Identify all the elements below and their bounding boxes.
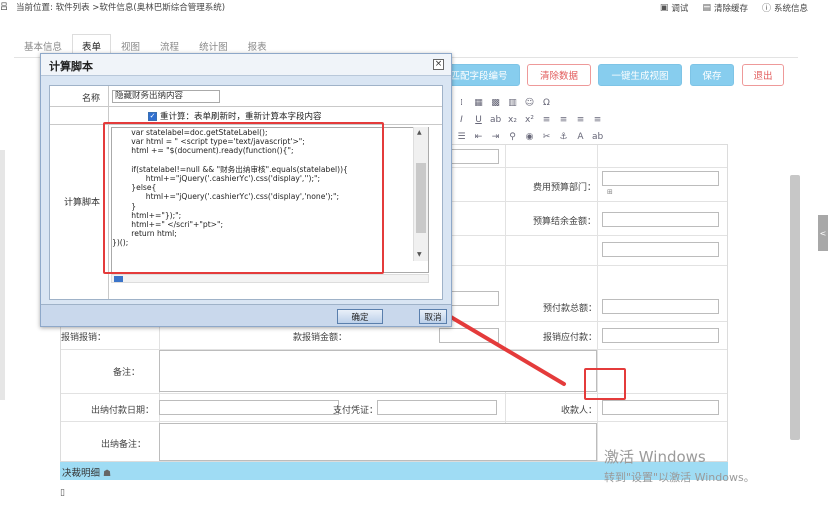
field-row4-input[interactable] xyxy=(602,242,719,257)
name-label: 名称 xyxy=(82,94,101,104)
remark-label: 备注： xyxy=(113,368,141,378)
anchor-icon[interactable]: ⚓ xyxy=(558,132,569,142)
expense-dept-label: 费用预算部门： xyxy=(533,183,597,193)
close-icon[interactable]: × xyxy=(433,59,444,70)
font-color-icon[interactable]: A xyxy=(575,132,586,142)
pay-voucher-input[interactable] xyxy=(377,400,497,415)
align-right-icon[interactable]: ≡ xyxy=(575,115,586,125)
windows-activation-watermark: 激活 Windows 转到"设置"以激活 Windows。 xyxy=(604,446,755,485)
page-scrollbar[interactable] xyxy=(790,175,800,440)
superscript-icon[interactable]: x² xyxy=(524,115,535,125)
budget-balance-input[interactable] xyxy=(602,212,719,227)
strike-icon[interactable]: ab xyxy=(490,115,501,125)
subscript-icon[interactable]: x₂ xyxy=(507,115,518,125)
picker-icon[interactable]: ⊞ xyxy=(607,188,613,196)
cancel-button[interactable]: 取消 xyxy=(419,309,447,324)
left-edge-bar xyxy=(0,150,5,400)
align-center-icon[interactable]: ≡ xyxy=(558,115,569,125)
debug-label: 调试 xyxy=(671,3,689,14)
budget-balance-label: 预算结余金额： xyxy=(533,217,597,227)
link-icon[interactable]: ⚲ xyxy=(507,132,518,142)
scroll-thumb[interactable] xyxy=(416,163,426,233)
editor-toolbar-row-2: I U ab x₂ x² ≡ ≡ ≡ ≡ xyxy=(456,113,636,127)
separator-icon: ⁞ xyxy=(460,98,463,108)
underline-icon[interactable]: U xyxy=(473,115,484,125)
unlink-icon[interactable]: ✂ xyxy=(541,132,552,142)
pay-date-label: 出纳付款日期： xyxy=(91,406,155,416)
dialog-footer: 确定 取消 xyxy=(41,304,451,326)
detail-icon: ☗ xyxy=(103,469,112,479)
list-icon[interactable]: ☰ xyxy=(456,132,467,142)
watermark-line-1: 激活 Windows xyxy=(604,448,706,466)
generate-view-button[interactable]: 一键生成视图 xyxy=(598,64,682,86)
justify-icon[interactable]: ≡ xyxy=(592,115,603,125)
editor-toolbar-row-1: ⁞ ▦ ▩ ▥ ☺ Ω xyxy=(456,96,636,110)
script-vertical-scrollbar[interactable]: ▲ ▼ xyxy=(413,127,428,261)
recalc-label: 重计算：表单刷新时，重新计算本字段内容 xyxy=(160,112,322,122)
editor-toolbar-row-3: ☰ ⇤ ⇥ ⚲ ◉ ✂ ⚓ A ab xyxy=(456,130,636,144)
info-icon: ⓘ xyxy=(761,4,771,14)
table-icon[interactable]: ▥ xyxy=(507,98,518,108)
exit-button[interactable]: 退出 xyxy=(742,64,784,86)
highlight-color-icon[interactable]: ab xyxy=(592,132,603,142)
scroll-up-icon[interactable]: ▲ xyxy=(417,129,422,136)
detail-title: 决裁明细 xyxy=(62,468,101,479)
italic-icon[interactable]: I xyxy=(456,115,467,125)
clear-data-button[interactable]: 清除数据 xyxy=(527,64,591,86)
name-input[interactable]: 隐藏财务出纳内容 xyxy=(112,90,220,103)
media-icon[interactable]: ▩ xyxy=(490,98,501,108)
debug-icon: ▣ xyxy=(659,2,669,13)
cashier-remark-label: 出纳备注： xyxy=(101,440,147,450)
pay-date-input[interactable] xyxy=(159,400,339,415)
amount-left-label: 款报销金额： xyxy=(293,333,348,343)
below-content: ▯ xyxy=(60,488,65,498)
cashier-remark-textarea[interactable] xyxy=(159,423,597,461)
clear-cache-label: 清除缓存 xyxy=(713,3,748,14)
ok-button[interactable]: 确定 xyxy=(337,309,383,324)
save-button[interactable]: 保存 xyxy=(690,64,734,86)
pay-voucher-label: 支付凭证： xyxy=(333,406,379,416)
resize-handle-highlight xyxy=(584,368,626,400)
top-bar: 吕 当前位置: 软件列表 >软件信息(奥林巴斯综合管理系统) ▣ 调试 ▤ 清除… xyxy=(0,0,828,14)
script-horizontal-scrollbar[interactable] xyxy=(111,274,429,283)
expense-dept-input[interactable] xyxy=(602,171,719,186)
system-info-label: 系统信息 xyxy=(773,3,808,14)
emoticon-icon[interactable]: ☺ xyxy=(524,98,535,108)
side-expand-handle[interactable]: < xyxy=(818,215,828,251)
watermark-line-2: 转到"设置"以激活 Windows。 xyxy=(604,471,755,484)
scroll-down-icon[interactable]: ▼ xyxy=(417,251,422,258)
script-highlight xyxy=(103,122,384,274)
checkbox-checked-icon[interactable]: ✓ xyxy=(148,111,157,121)
prepay-total-input[interactable] xyxy=(602,299,719,314)
color-icon[interactable]: ◉ xyxy=(524,132,535,142)
align-left-icon[interactable]: ≡ xyxy=(541,115,552,125)
clear-cache-icon: ▤ xyxy=(702,2,711,13)
dialog-title: 计算脚本 xyxy=(41,54,451,76)
special-char-icon[interactable]: Ω xyxy=(541,98,552,108)
reimburse-payable-input[interactable] xyxy=(602,328,719,343)
debug-button[interactable]: ▣ 调试 xyxy=(660,1,689,14)
indent-icon[interactable]: ⇥ xyxy=(490,132,501,142)
system-info-button[interactable]: ⓘ 系统信息 xyxy=(761,1,808,15)
collapse-icon[interactable]: 吕 xyxy=(0,1,8,12)
image-icon[interactable]: ▦ xyxy=(473,98,484,108)
reimburse-amount-label: 报销报销： xyxy=(61,333,107,343)
script-label: 计算脚本 xyxy=(64,198,101,208)
clear-cache-button[interactable]: ▤ 清除缓存 xyxy=(702,1,748,14)
breadcrumb: 当前位置: 软件列表 >软件信息(奥林巴斯综合管理系统) xyxy=(16,3,226,13)
payee-label: 收款人： xyxy=(561,406,598,416)
outdent-icon[interactable]: ⇤ xyxy=(473,132,484,142)
recalc-checkbox-row[interactable]: ✓ 重计算：表单刷新时，重新计算本字段内容 xyxy=(148,110,322,122)
resize-grip-icon[interactable] xyxy=(114,276,123,282)
payee-input[interactable] xyxy=(602,400,719,415)
